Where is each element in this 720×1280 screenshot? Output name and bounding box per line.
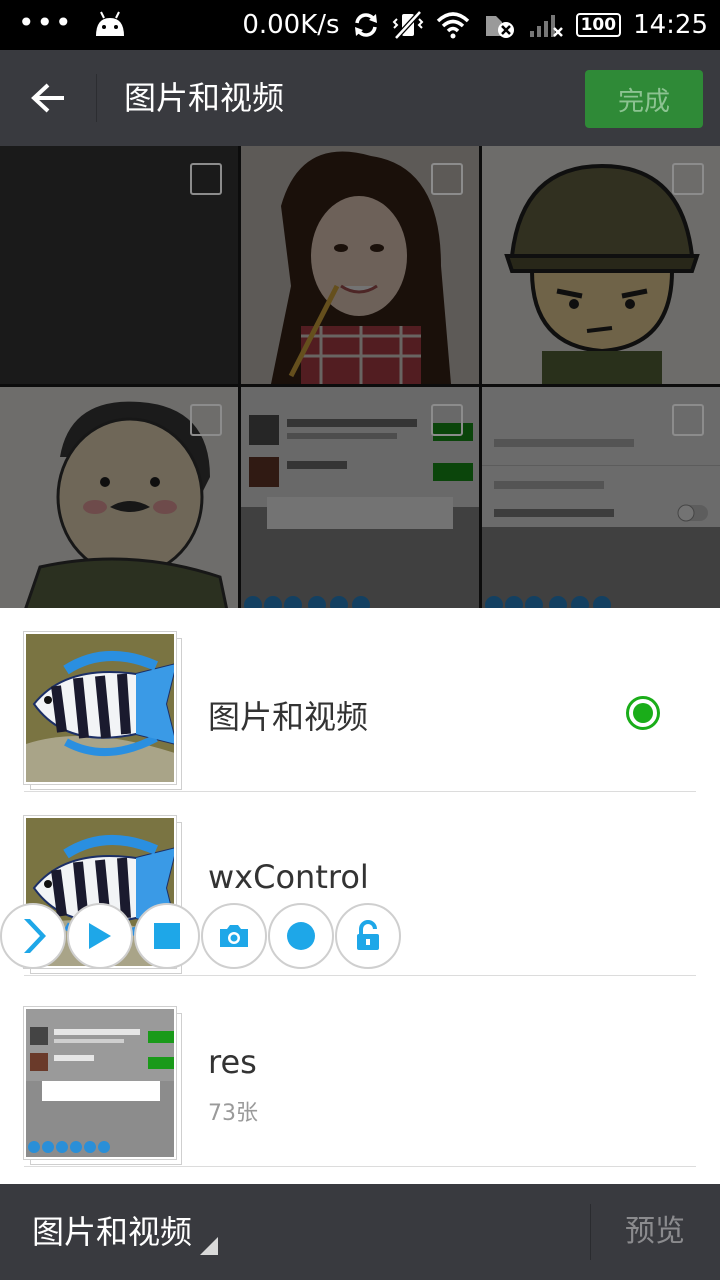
photo-cell[interactable]	[482, 387, 720, 608]
photo-cell[interactable]	[0, 146, 238, 384]
dropdown-triangle-icon	[200, 1237, 218, 1255]
unlock-icon	[357, 920, 379, 950]
album-count: 73张	[208, 1101, 258, 1126]
expand-button[interactable]	[0, 903, 66, 969]
photo-cell[interactable]	[482, 146, 720, 384]
album-name: 图片和视频	[208, 698, 369, 736]
header-divider	[96, 74, 97, 122]
play-icon	[89, 923, 111, 949]
expand-icon	[24, 919, 46, 953]
back-arrow-icon	[31, 83, 64, 113]
floating-control-bar	[0, 903, 410, 969]
album-item[interactable]: 图片和视频	[24, 608, 696, 792]
wifi-icon	[436, 11, 470, 39]
stop-button[interactable]	[134, 903, 200, 969]
album-name: res	[208, 1043, 257, 1081]
photo-cell[interactable]	[0, 387, 238, 608]
play-button[interactable]	[67, 903, 133, 969]
camera-button[interactable]	[201, 903, 267, 969]
more-dots-icon: •••	[18, 6, 74, 39]
album-item[interactable]: res 73张	[24, 983, 696, 1167]
photo-checkbox[interactable]	[672, 404, 704, 436]
vibrate-off-icon	[392, 10, 424, 40]
top-app-bar: 图片和视频 完成	[0, 50, 720, 146]
unlock-button[interactable]	[335, 903, 401, 969]
network-speed: 0.00K/s	[242, 10, 340, 40]
bottom-divider	[590, 1204, 591, 1260]
selected-radio-icon	[626, 696, 660, 730]
record-button[interactable]	[268, 903, 334, 969]
status-bar: ••• 0.00K/s 100 14:25	[0, 0, 720, 50]
back-button[interactable]	[22, 74, 74, 122]
photo-checkbox[interactable]	[190, 163, 222, 195]
done-button[interactable]: 完成	[585, 70, 703, 128]
sync-icon	[352, 11, 380, 39]
album-picker-sheet: 图片和视频 wxControl res 73张	[0, 608, 720, 1184]
signal-icon	[528, 11, 564, 39]
android-icon	[92, 8, 128, 38]
sim-error-icon	[482, 10, 516, 40]
album-name: wxControl	[208, 858, 369, 896]
album-thumbnail	[24, 1007, 184, 1167]
camera-icon	[220, 925, 248, 947]
bottom-bar: 图片和视频 预览	[0, 1184, 720, 1280]
album-thumbnail	[24, 632, 184, 792]
photo-grid	[0, 146, 720, 608]
battery-icon: 100	[575, 13, 622, 37]
preview-button[interactable]: 预览	[625, 1208, 685, 1256]
photo-cell[interactable]	[241, 387, 479, 608]
clock: 14:25	[633, 10, 708, 40]
photo-cell[interactable]	[241, 146, 479, 384]
stop-icon	[154, 923, 180, 949]
album-selector[interactable]: 图片和视频	[32, 1208, 192, 1256]
photo-checkbox[interactable]	[190, 404, 222, 436]
page-title: 图片和视频	[124, 79, 285, 117]
photo-checkbox[interactable]	[431, 404, 463, 436]
record-icon	[287, 922, 315, 950]
photo-checkbox[interactable]	[431, 163, 463, 195]
photo-checkbox[interactable]	[672, 163, 704, 195]
